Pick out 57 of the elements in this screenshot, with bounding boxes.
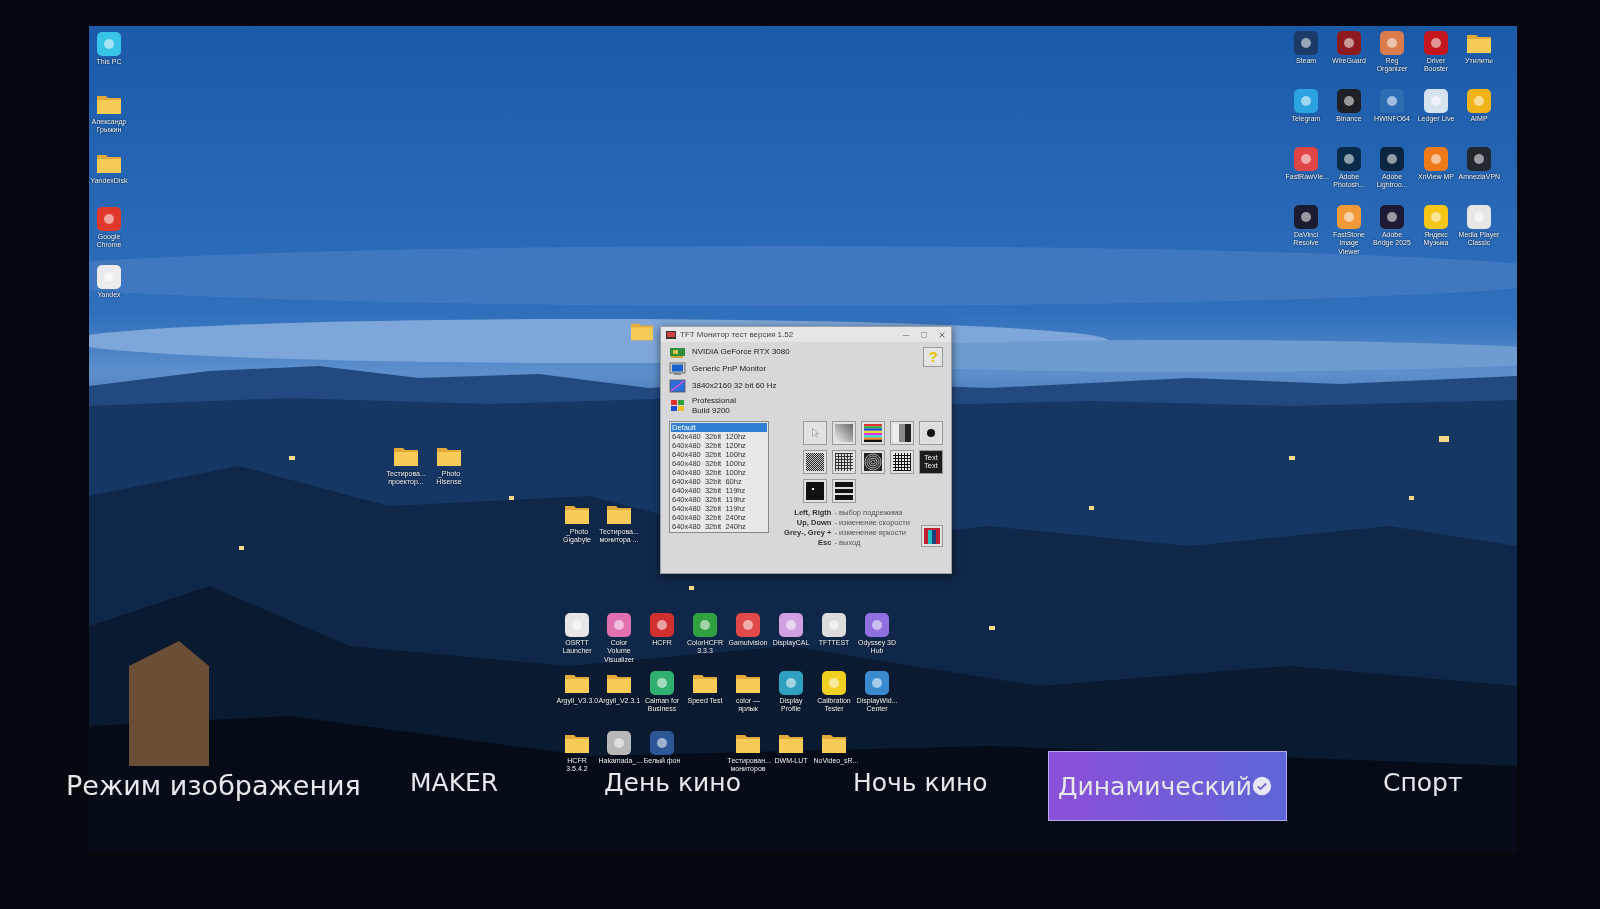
door-icon <box>923 526 941 545</box>
picture-mode-option[interactable]: Динамический <box>1048 751 1287 821</box>
graphics-card-icon <box>669 345 686 359</box>
windows-logo-icon <box>669 399 686 414</box>
test-pattern-button[interactable] <box>803 449 827 474</box>
app-icon[interactable] <box>1336 89 1362 113</box>
window-title: TFT Монитор тест версия 1.52 <box>680 330 795 339</box>
exit-button[interactable] <box>921 524 943 547</box>
mode-list[interactable] <box>669 420 769 533</box>
test-pattern-button[interactable] <box>803 478 827 503</box>
test-pattern-button[interactable] <box>919 420 943 445</box>
stripes-pattern-icon <box>864 423 882 442</box>
test-pattern-button[interactable] <box>832 449 856 474</box>
app-icon[interactable] <box>864 671 890 695</box>
app-icon[interactable] <box>735 613 761 637</box>
picture-mode-option[interactable]: Спорт <box>1383 768 1463 797</box>
app-icon[interactable] <box>649 613 675 637</box>
app-logo-icon <box>666 330 676 339</box>
monitor-icon <box>669 362 686 376</box>
app-icon[interactable] <box>821 613 847 637</box>
cursor-icon <box>811 427 819 438</box>
close-icon[interactable] <box>938 330 946 339</box>
test-pattern-button[interactable] <box>861 449 885 474</box>
gradient-pattern-icon <box>835 423 853 442</box>
app-icon[interactable] <box>1379 205 1405 229</box>
grid-pattern-icon <box>835 452 853 471</box>
system-info-text: Professional Build 9200 <box>692 396 737 417</box>
lines-pattern-icon <box>835 481 853 500</box>
app-icon[interactable] <box>778 671 804 695</box>
app-icon[interactable] <box>649 731 675 755</box>
check-icon <box>1252 774 1272 798</box>
system-info-text: 3840x2160 32 bit 60 Hz <box>692 380 777 392</box>
picture-mode-option[interactable]: MAKER <box>410 768 499 797</box>
app-icon[interactable] <box>649 671 675 695</box>
test-pattern-button[interactable] <box>890 420 914 445</box>
system-info-text: Generic PnP Monitor <box>692 363 767 375</box>
resolution-icon <box>669 379 686 393</box>
app-icon[interactable] <box>864 613 890 637</box>
test-pattern-button[interactable] <box>861 420 885 445</box>
app-icon[interactable] <box>821 671 847 695</box>
checker-pattern-icon <box>806 452 824 471</box>
app-icon[interactable] <box>1293 205 1319 229</box>
picture-mode-option[interactable]: Ночь кино <box>853 768 988 797</box>
system-info-text: NVIDIA GeForce RTX 3080 <box>692 346 790 358</box>
dense-grid-pattern-icon <box>893 452 911 471</box>
app-icon[interactable] <box>692 613 718 637</box>
app-icon[interactable] <box>606 613 632 637</box>
rings-pattern-icon <box>864 452 882 471</box>
app-icon[interactable] <box>778 613 804 637</box>
point-pattern-icon <box>806 481 824 500</box>
app-icon[interactable] <box>564 613 590 637</box>
bars-pattern-icon <box>893 423 911 442</box>
test-pattern-button[interactable] <box>832 478 856 503</box>
app-icon[interactable] <box>606 731 632 755</box>
osd-title: Режим изображения <box>66 770 361 801</box>
app-icon[interactable] <box>1379 147 1405 171</box>
test-pattern-button[interactable] <box>890 449 914 474</box>
